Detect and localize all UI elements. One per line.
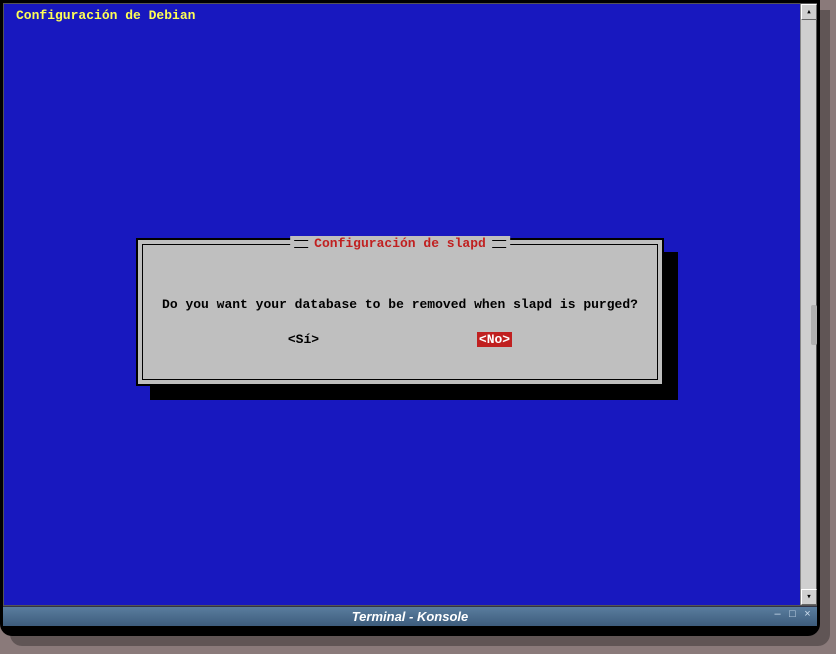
yes-button[interactable]: <Sí> [288,332,319,347]
terminal-area[interactable]: Configuración de Debian Configuración de… [4,4,800,605]
dialog-title-wrap: Configuración de slapd [290,236,510,251]
dialog-box: Configuración de slapd Do you want your … [136,238,664,386]
window-titlebar[interactable]: Terminal - Konsole – □ × [3,606,817,626]
window-controls: – □ × [772,609,813,620]
minimize-button[interactable]: – [772,609,783,620]
scroll-track[interactable] [801,20,816,589]
scroll-grip-icon [811,305,817,345]
scroll-up-button[interactable]: ▴ [801,4,817,20]
close-button[interactable]: × [802,609,813,620]
dialog-title: Configuración de slapd [308,236,492,251]
scroll-down-button[interactable]: ▾ [801,589,817,605]
no-button[interactable]: <No> [477,332,512,347]
terminal-viewport: Configuración de Debian Configuración de… [3,3,817,606]
dialog-button-row: <Sí> <No> [143,332,657,347]
vertical-scrollbar[interactable]: ▴ ▾ [800,4,816,605]
dialog-inner: Configuración de slapd Do you want your … [142,244,658,380]
page-title: Configuración de Debian [16,8,195,23]
title-decoration-left [294,240,308,248]
dialog-message: Do you want your database to be removed … [143,245,657,312]
title-decoration-right [492,240,506,248]
maximize-button[interactable]: □ [787,609,798,620]
window-title: Terminal - Konsole [352,609,469,624]
window-frame: Configuración de Debian Configuración de… [0,0,820,636]
